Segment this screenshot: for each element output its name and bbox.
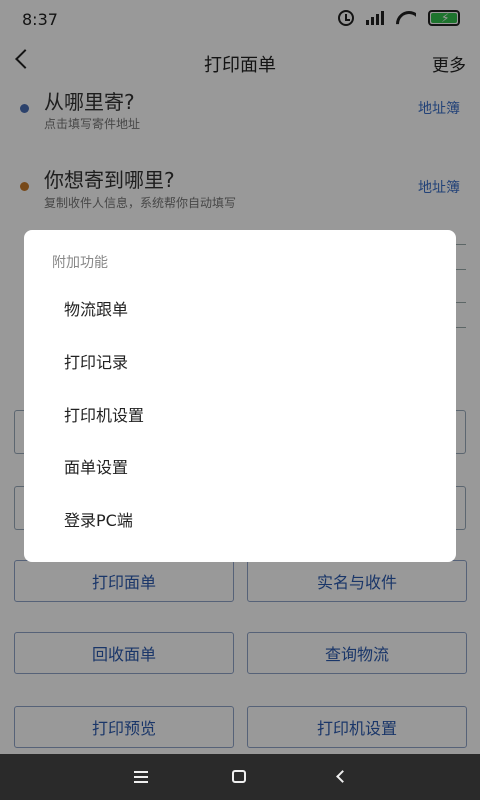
menu-item-logistics-tracking[interactable]: 物流跟单 [64,296,128,320]
system-nav-bar [0,754,480,800]
extra-functions-dialog: 附加功能 物流跟单 打印记录 打印机设置 面单设置 登录PC端 [24,230,456,562]
recents-icon[interactable] [134,771,148,786]
menu-item-printer-settings[interactable]: 打印机设置 [64,402,144,426]
menu-item-print-history[interactable]: 打印记录 [64,349,128,373]
menu-item-waybill-settings[interactable]: 面单设置 [64,454,128,478]
home-icon[interactable] [232,770,246,783]
menu-item-pc-login[interactable]: 登录PC端 [64,507,133,531]
dialog-title: 附加功能 [52,255,108,271]
system-back-icon[interactable] [336,770,349,783]
